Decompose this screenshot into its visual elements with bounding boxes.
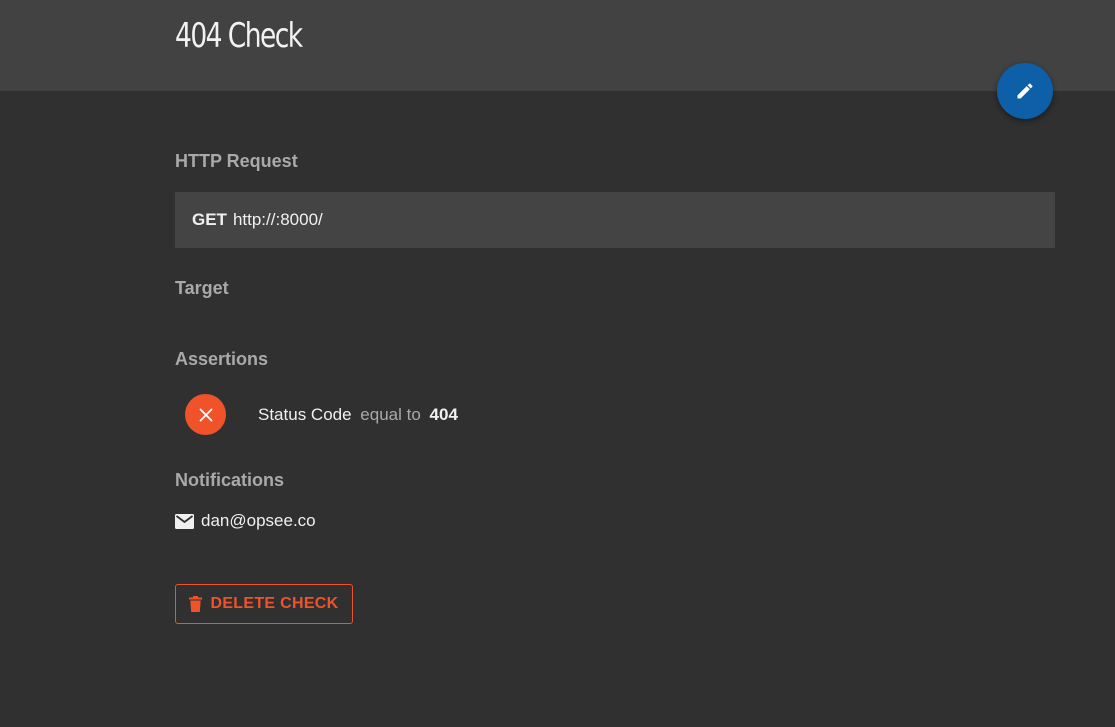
assertions-heading: Assertions <box>175 349 269 369</box>
page-title: 404 Check <box>175 16 303 56</box>
request-url: http://:8000/ <box>232 210 323 229</box>
page-header: 404 Check <box>0 0 1115 91</box>
notification-item: dan@opsee.co <box>175 510 316 532</box>
notifications-heading: Notifications <box>175 470 285 490</box>
assertion-operand: 404 <box>429 404 458 424</box>
assertion-text: Status Code equal to 404 <box>258 405 458 425</box>
http-request-box: GET http://:8000/ <box>175 192 1055 248</box>
assertion-relationship: equal to <box>360 404 421 424</box>
target-heading: Target <box>175 278 229 298</box>
assertion-key: Status Code <box>258 404 352 424</box>
mail-icon <box>175 513 195 529</box>
notification-email: dan@opsee.co <box>201 511 316 530</box>
edit-check-button[interactable] <box>997 63 1053 119</box>
delete-check-label: DELETE CHECK <box>210 595 339 612</box>
http-request-heading: HTTP Request <box>175 151 298 171</box>
request-method: GET <box>192 210 227 229</box>
x-icon <box>199 408 212 421</box>
assertion-item: Status Code equal to 404 <box>185 394 458 435</box>
trash-icon <box>189 596 203 613</box>
delete-check-button[interactable]: DELETE CHECK <box>175 584 353 624</box>
assertion-failing-badge <box>185 394 226 435</box>
pencil-icon <box>1017 83 1033 99</box>
